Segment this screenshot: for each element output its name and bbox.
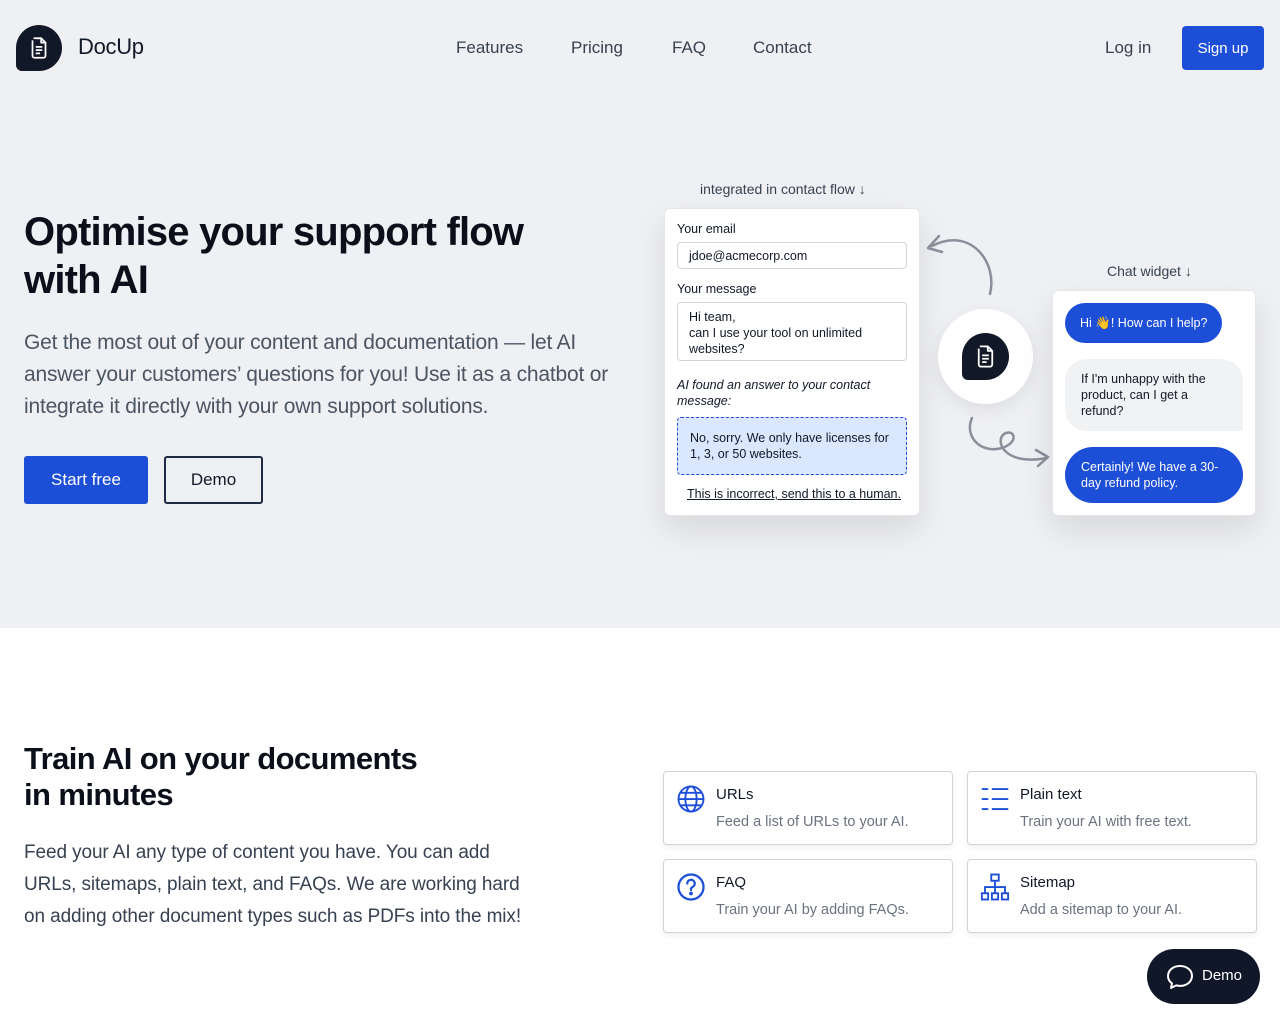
start-free-button[interactable]: Start free xyxy=(24,456,148,504)
source-card-urls[interactable]: URLs Feed a list of URLs to your AI. xyxy=(663,771,953,845)
curved-arrow-up-icon xyxy=(926,234,993,296)
source-description: Train your AI by adding FAQs. xyxy=(716,902,909,918)
contact-flow-caption: integrated in contact flow ↓ xyxy=(700,181,866,197)
nav-features[interactable]: Features xyxy=(456,38,523,58)
source-card-faq[interactable]: FAQ Train your AI by adding FAQs. xyxy=(663,859,953,933)
message-line: can I use your tool on unlimited xyxy=(689,326,863,340)
source-title: Plain text xyxy=(1020,786,1082,803)
training-title: Train AI on your documents in minutes xyxy=(24,741,464,813)
hero-title: Optimise your support flow with AI xyxy=(24,208,584,304)
center-logo xyxy=(962,333,1009,380)
source-description: Feed a list of URLs to your AI. xyxy=(716,814,909,830)
message-field[interactable]: Hi team, can I use your tool on unlimite… xyxy=(677,302,907,361)
nav-pricing[interactable]: Pricing xyxy=(571,38,623,58)
chat-widget-caption: Chat widget ↓ xyxy=(1107,263,1192,279)
document-icon xyxy=(977,345,994,368)
nav-contact[interactable]: Contact xyxy=(753,38,812,58)
email-label: Your email xyxy=(677,222,736,236)
globe-icon xyxy=(677,785,705,813)
curved-arrow-down-icon xyxy=(968,416,1050,468)
chat-widget-card: Hi 👋! How can I help? If I'm unhappy wit… xyxy=(1052,290,1256,516)
message-label: Your message xyxy=(677,282,757,296)
contact-form-card: Your email jdoe@acmecorp.com Your messag… xyxy=(664,208,920,516)
question-icon xyxy=(677,873,705,901)
ai-answer-box: No, sorry. We only have licenses for 1, … xyxy=(677,417,907,475)
login-link[interactable]: Log in xyxy=(1105,38,1151,58)
brand-name[interactable]: DocUp xyxy=(78,34,144,60)
escalate-to-human-link[interactable]: This is incorrect, send this to a human. xyxy=(687,487,901,501)
demo-launcher-label: Demo xyxy=(1202,967,1243,984)
hero-description: Get the most out of your content and doc… xyxy=(24,331,609,418)
bot-answer-bubble: Certainly! We have a 30-day refund polic… xyxy=(1065,447,1243,503)
source-title: Sitemap xyxy=(1020,874,1076,891)
training-description: Feed your AI any type of content you hav… xyxy=(24,842,522,927)
hero-title-line2: with AI xyxy=(24,258,149,302)
nav-faq[interactable]: FAQ xyxy=(672,38,706,58)
hero-title-line1: Optimise your support flow xyxy=(24,210,524,254)
source-title: FAQ xyxy=(716,874,747,891)
source-title: URLs xyxy=(716,786,754,803)
demo-button[interactable]: Demo xyxy=(164,456,263,504)
user-message-bubble: If I'm unhappy with the product, can I g… xyxy=(1065,359,1243,431)
logo[interactable] xyxy=(16,25,62,71)
chat-bubble-icon xyxy=(1167,965,1193,989)
sitemap-icon xyxy=(980,873,1010,901)
demo-chat-launcher[interactable]: Demo xyxy=(1147,949,1260,1004)
email-field[interactable]: jdoe@acmecorp.com xyxy=(677,242,907,269)
training-title-line1: Train AI on your documents xyxy=(24,741,418,776)
source-description: Train your AI with free text. xyxy=(1020,814,1192,830)
source-description: Add a sitemap to your AI. xyxy=(1020,902,1183,918)
message-line: websites? xyxy=(689,342,745,356)
training-title-line2: in minutes xyxy=(24,777,174,812)
signup-button[interactable]: Sign up xyxy=(1182,26,1264,70)
message-line: Hi team, xyxy=(689,310,736,324)
list-icon xyxy=(981,788,1009,810)
ai-found-note: AI found an answer to your contact messa… xyxy=(677,378,871,408)
source-card-plain-text[interactable]: Plain text Train your AI with free text. xyxy=(967,771,1257,845)
source-card-sitemap[interactable]: Sitemap Add a sitemap to your AI. xyxy=(967,859,1257,933)
bot-greeting-bubble: Hi 👋! How can I help? xyxy=(1065,303,1223,343)
document-icon xyxy=(31,37,47,59)
